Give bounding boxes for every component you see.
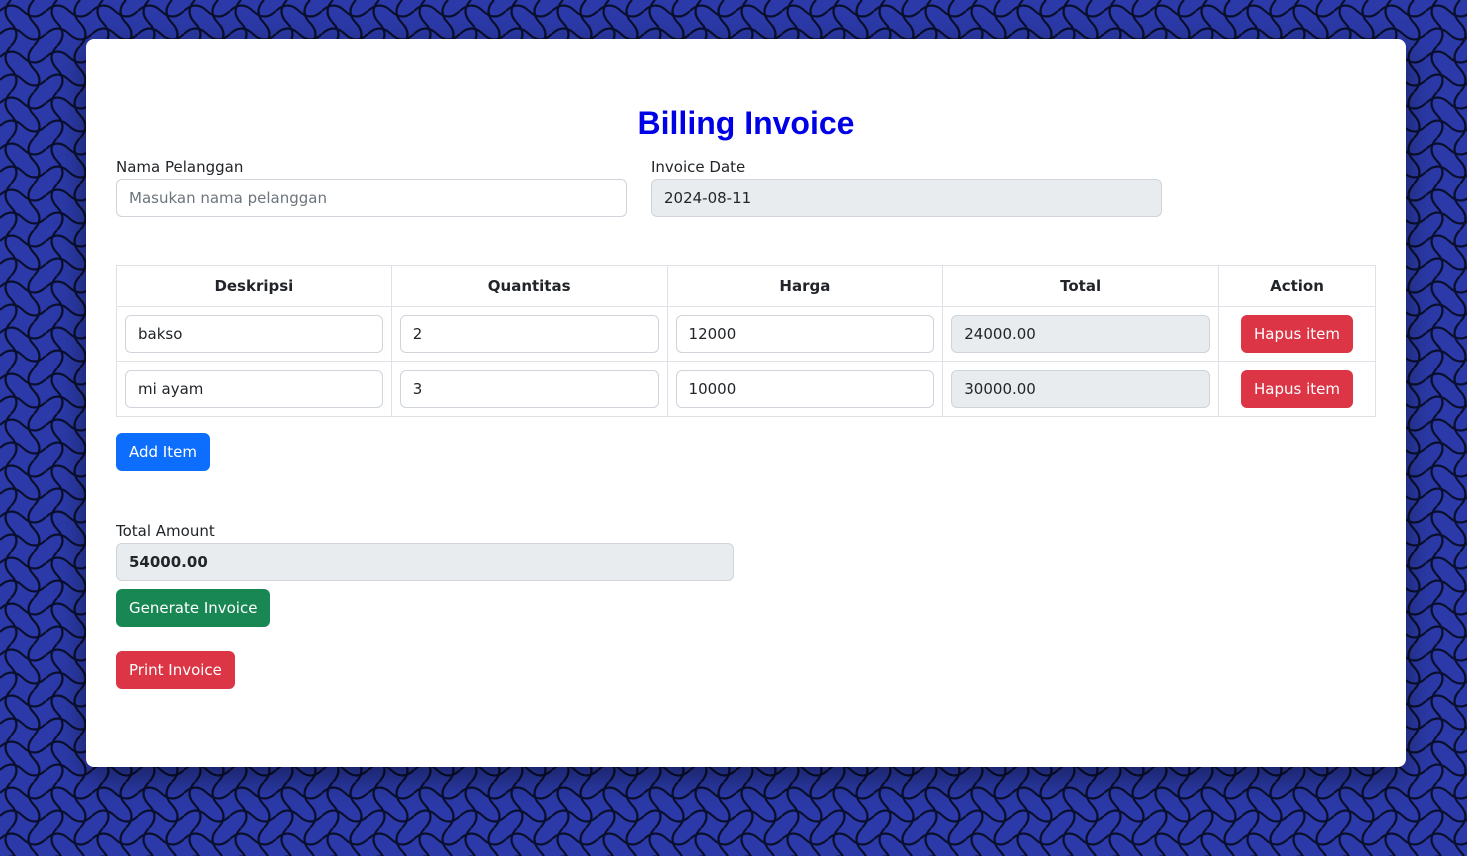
column-header-description: Deskripsi: [116, 265, 392, 307]
column-header-total: Total: [942, 265, 1219, 307]
remove-item-button[interactable]: Hapus item: [1241, 315, 1353, 353]
price-cell: [666, 306, 944, 362]
description-input[interactable]: [125, 370, 383, 408]
description-input[interactable]: [125, 315, 383, 353]
generate-invoice-button[interactable]: Generate Invoice: [116, 589, 271, 627]
quantity-cell: [390, 361, 668, 417]
invoice-date-field[interactable]: [651, 179, 1162, 217]
table-row: Hapus item: [116, 361, 1377, 417]
customer-name-label: Nama Pelanggan: [116, 158, 244, 176]
price-input[interactable]: [675, 315, 935, 353]
row-total-field[interactable]: [951, 370, 1210, 408]
price-input[interactable]: [675, 370, 935, 408]
description-cell: [116, 306, 392, 362]
total-cell: [942, 361, 1219, 417]
customer-name-input[interactable]: [116, 179, 627, 217]
price-cell: [666, 361, 944, 417]
quantity-input[interactable]: [399, 370, 659, 408]
total-amount-field[interactable]: [116, 543, 734, 581]
column-header-action: Action: [1217, 265, 1377, 307]
table-header-row: Deskripsi Quantitas Harga Total Action: [116, 265, 1377, 307]
column-header-quantity: Quantitas: [390, 265, 668, 307]
row-total-field[interactable]: [951, 315, 1210, 353]
remove-item-button[interactable]: Hapus item: [1241, 370, 1353, 408]
page-title: Billing Invoice: [637, 105, 855, 141]
total-amount-label: Total Amount: [116, 522, 215, 540]
add-item-button[interactable]: Add Item: [116, 433, 210, 471]
action-cell: Hapus item: [1217, 361, 1377, 417]
quantity-cell: [390, 306, 668, 362]
description-cell: [116, 361, 392, 417]
print-invoice-button[interactable]: Print Invoice: [116, 651, 235, 689]
total-cell: [942, 306, 1219, 362]
table-row: Hapus item: [116, 306, 1377, 362]
invoice-card: Billing Invoice Nama Pelanggan Invoice D…: [86, 39, 1406, 767]
quantity-input[interactable]: [399, 315, 659, 353]
invoice-date-label: Invoice Date: [651, 158, 746, 176]
column-header-price: Harga: [666, 265, 944, 307]
items-table: Deskripsi Quantitas Harga Total Action H…: [116, 265, 1377, 417]
action-cell: Hapus item: [1217, 306, 1377, 362]
